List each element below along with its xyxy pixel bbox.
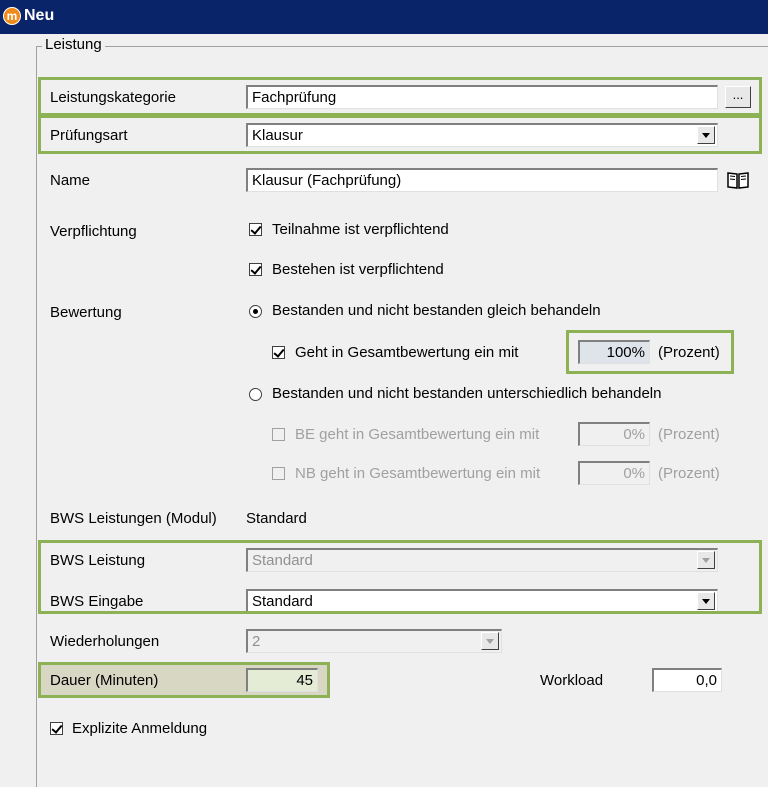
be-checkbox[interactable] [272,428,285,441]
window-title: Neu [24,7,55,24]
group-legend: Leistung [42,36,105,53]
book-icon[interactable] [726,170,750,190]
gesamt-label: Geht in Gesamtbewertung ein mit [295,344,519,361]
bws-modul-label: BWS Leistungen (Modul) [50,510,217,527]
be-percent-input[interactable]: 0% [578,422,650,446]
gesamt-checkbox[interactable] [272,346,285,359]
app-icon: m [3,7,21,25]
nb-prozent-label: (Prozent) [658,465,720,482]
window-titlebar[interactable]: m Neu [0,0,768,34]
bewertung-label: Bewertung [50,304,122,321]
verpflichtung-label: Verpflichtung [50,223,137,240]
explizite-checkbox[interactable] [50,722,63,735]
chevron-down-icon[interactable] [481,632,499,650]
teilnahme-label: Teilnahme ist verpflichtend [272,221,449,238]
nb-checkbox[interactable] [272,467,285,480]
name-label: Name [50,172,91,189]
bestehen-checkbox[interactable] [249,263,262,276]
radio-unterschiedlich-label: Bestanden und nicht bestanden unterschie… [272,385,662,402]
radio-unterschiedlich[interactable] [249,388,262,401]
bws-modul-value: Standard [246,510,307,527]
workload-label: Workload [540,672,604,689]
be-label: BE geht in Gesamtbewertung ein mit [295,426,540,443]
workload-input[interactable]: 0,0 [652,668,722,692]
wiederholungen-label: Wiederholungen [50,633,160,650]
explizite-label: Explizite Anmeldung [72,720,208,737]
highlight-leistungskategorie [38,77,762,116]
teilnahme-checkbox[interactable] [249,223,262,236]
nb-label: NB geht in Gesamtbewertung ein mit [295,465,541,482]
highlight-pruefungsart [38,115,762,154]
be-prozent-label: (Prozent) [658,426,720,443]
name-field[interactable]: Klausur (Fachprüfung) [246,168,718,192]
radio-gleich-label: Bestanden und nicht bestanden gleich beh… [272,302,601,319]
highlight-dauer [38,662,330,698]
wiederholungen-select[interactable]: 2 [246,629,502,653]
nb-percent-input[interactable]: 0% [578,461,650,485]
highlight-gesamtbewertung [566,330,734,374]
bestehen-label: Bestehen ist verpflichtend [272,261,444,278]
radio-gleich[interactable] [249,305,262,318]
highlight-bws [38,540,762,614]
